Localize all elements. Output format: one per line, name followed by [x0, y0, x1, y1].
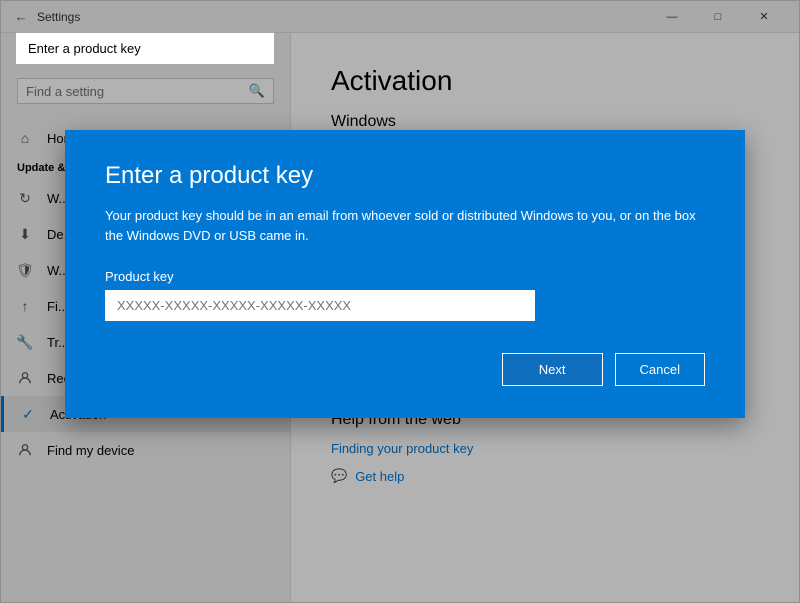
product-key-label: Product key: [105, 269, 705, 284]
cancel-button[interactable]: Cancel: [615, 353, 705, 386]
dialog-buttons: Next Cancel: [105, 353, 705, 386]
next-button[interactable]: Next: [502, 353, 603, 386]
autocomplete-dropdown: Enter a product key: [15, 32, 275, 65]
product-key-input[interactable]: [105, 290, 535, 321]
product-key-dialog: Enter a product key Your product key sho…: [65, 130, 745, 418]
autocomplete-item[interactable]: Enter a product key: [16, 33, 274, 64]
settings-window: ← Settings — □ ✕ Settings 🔍 ⌂ Home Updat…: [0, 0, 800, 603]
dialog-description: Your product key should be in an email f…: [105, 206, 705, 245]
dialog-title: Enter a product key: [105, 162, 705, 190]
